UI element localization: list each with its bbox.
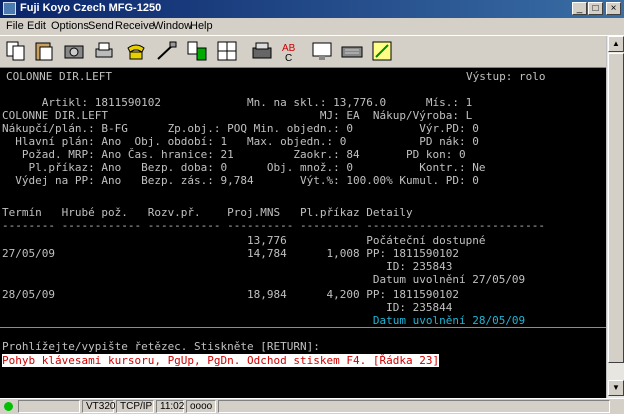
- table-divider: -------- ------------ ----------- ------…: [2, 219, 546, 232]
- toolbar: AB C: [0, 35, 624, 68]
- printer-settings-icon[interactable]: [250, 39, 274, 63]
- clock: 11:02: [156, 400, 184, 413]
- help-message: Pohyb klávesami kursoru, PgUp, PgDn. Odc…: [2, 354, 440, 367]
- header-right: Výstup: rolo: [466, 70, 546, 83]
- highlighted-row: Datum uvolnění 28/05/09: [2, 314, 526, 327]
- maximize-button[interactable]: □: [588, 2, 603, 15]
- connection-status-icon: [4, 402, 13, 411]
- table-row: ID: 235844: [2, 301, 453, 314]
- title-bar: Fuji Koyo Czech MFG-1250 _ □ ×: [0, 0, 624, 18]
- cable-icon[interactable]: [155, 39, 179, 63]
- keyboard-icon[interactable]: [340, 39, 364, 63]
- prompt-text: Prohlížejte/vypište řetězec. Stiskněte […: [2, 340, 320, 353]
- table-row: ID: 235843: [2, 260, 453, 273]
- table-row: 28/05/09 18,984 4,200 PP: 1811590102: [2, 288, 459, 301]
- menu-edit[interactable]: Edit: [27, 20, 46, 32]
- menu-window[interactable]: Window: [153, 20, 192, 32]
- terminal-line: Nákupčí/plán.: B-FG Zp.obj.: POQ Min. ob…: [2, 122, 479, 135]
- transfer-icon[interactable]: [185, 39, 209, 63]
- spell-check-icon[interactable]: AB C: [280, 39, 304, 63]
- terminal-line: COLONNE DIR.LEFT MJ: EA Nákup/Výroba: L: [2, 109, 473, 122]
- terminal-line: Pl.příkaz: Ano Bezp. doba: 0 Obj. množ.:…: [2, 161, 486, 174]
- status-bar: VT320 TCP/IP 11:02 oooo: [0, 398, 624, 414]
- print-icon[interactable]: [92, 39, 116, 63]
- indicator-lights: oooo: [186, 400, 216, 413]
- table-header: Termín Hrubé pož. Rozv.př. Proj.MNS Pl.p…: [2, 206, 413, 219]
- copy-icon[interactable]: [4, 39, 28, 63]
- terminal-line: Požad. MRP: Ano Čas. hranice: 21 Zaokr.:…: [2, 148, 466, 161]
- minimize-button[interactable]: _: [572, 2, 587, 15]
- status-pane-message: [218, 400, 610, 413]
- menu-receive[interactable]: Receive: [115, 20, 155, 32]
- terminal-line: Hlavní plán: Ano Obj. období: 1 Max. obj…: [2, 135, 479, 148]
- menu-options[interactable]: Options: [51, 20, 89, 32]
- layout-icon[interactable]: [215, 39, 239, 63]
- vertical-scrollbar[interactable]: ▲ ▼: [606, 36, 624, 398]
- protocol: TCP/IP: [116, 400, 154, 413]
- terminal-line: Artikl: 1811590102 Mn. na skl.: 13,776.0…: [2, 96, 473, 109]
- table-row: Datum uvolnění 27/05/09: [2, 273, 526, 286]
- terminal-type: VT320: [82, 400, 115, 413]
- svg-text:C: C: [285, 53, 292, 63]
- close-button[interactable]: ×: [606, 2, 621, 15]
- scroll-down-button[interactable]: ▼: [608, 380, 624, 396]
- header-left: COLONNE DIR.LEFT: [6, 70, 112, 83]
- exit-icon[interactable]: [370, 39, 394, 63]
- table-row: 13,776 Počáteční dostupné: [2, 234, 486, 247]
- camera-icon[interactable]: [62, 39, 86, 63]
- terminal-screen[interactable]: COLONNE DIR.LEFT Výstup: rolo Artikl: 18…: [0, 68, 606, 398]
- app-icon: [3, 2, 16, 15]
- terminal-line: Výdej na PP: Ano Bezp. zás.: 9,784 Výt.%…: [2, 174, 479, 187]
- window-title: Fuji Koyo Czech MFG-1250: [20, 2, 162, 14]
- menu-send[interactable]: Send: [88, 20, 114, 32]
- paste-icon[interactable]: [32, 39, 56, 63]
- menu-file[interactable]: File: [6, 20, 24, 32]
- scroll-thumb[interactable]: [608, 53, 624, 363]
- phone-icon[interactable]: [124, 39, 148, 63]
- status-pane-empty: [18, 400, 80, 413]
- table-row: 27/05/09 14,784 1,008 PP: 1811590102: [2, 247, 459, 260]
- menu-bar: File Edit Options Send Receive Window He…: [0, 18, 624, 35]
- cursor-line: [0, 327, 606, 328]
- scroll-up-button[interactable]: ▲: [608, 36, 624, 52]
- menu-help[interactable]: Help: [190, 20, 213, 32]
- monitor-icon[interactable]: [310, 39, 334, 63]
